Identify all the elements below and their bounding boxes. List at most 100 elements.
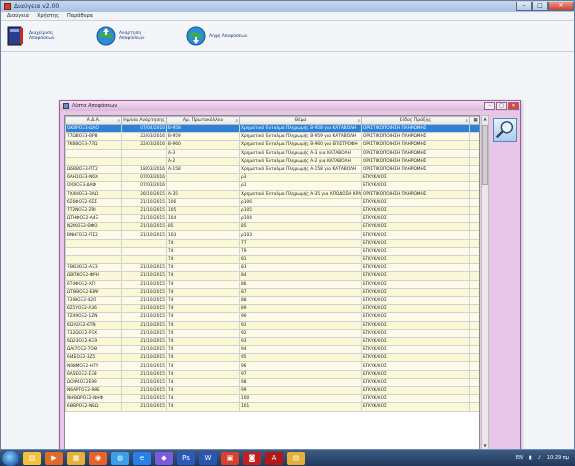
table-row[interactable]: 6ΘΒΡΟΞ2-ΝΕΩ 21/10/2015 74 101 ΕΓΚΥΚΛΙΟΣ	[65, 402, 479, 412]
cell-ada: 732ΩΟΞ2-ΡΞΧ	[65, 328, 122, 338]
cell-type: ΕΓΚΥΚΛΙΟΣ	[361, 287, 470, 297]
table-row[interactable]: ΩΟΨ4ΟΞ2Ε99 21/10/2015 74 98 ΕΓΚΥΚΛΙΟΣ	[65, 377, 479, 388]
table-row[interactable]: 732ΩΟΞ2-ΡΞΧ 21/10/2015 74 92 ΕΓΚΥΚΛΙΟΣ	[65, 328, 479, 338]
explorer-icon[interactable]: ▤	[23, 451, 41, 465]
cell-ada: ΩΑΙ7ΟΞ2-7ΟΘ	[65, 345, 122, 355]
column-header-ada[interactable]: Α.Δ.Α. ⌕	[65, 116, 122, 125]
cell-subject: ρ103	[239, 230, 362, 240]
table-row[interactable]: ΝΗΘΩΡΟΞ2-ΝΗΦ 21/10/2015 74 100 ΕΓΚΥΚΛΙΟΣ	[65, 394, 479, 404]
folder-icon[interactable]: ▦	[67, 451, 85, 465]
cell-protocol: 74	[166, 287, 240, 297]
table-row[interactable]: ΩΑΙ7ΟΞ2-7ΟΘ 21/10/2015 74 94 ΕΓΚΥΚΛΙΟΣ	[65, 345, 479, 355]
table-row[interactable]: ΩΤΗΦΟΞ2-Α4Ξ 21/10/2015 104 ρ104 ΕΓΚΥΚΛΙΟΣ	[65, 214, 479, 224]
column-header-type[interactable]: Είδος Πράξης ⌕	[361, 116, 470, 125]
cell-type: ΕΓΚΥΚΛΙΟΣ	[361, 304, 470, 314]
acrobat-icon[interactable]: A	[265, 451, 283, 465]
search-icon[interactable]: ⌕	[235, 118, 238, 124]
table-row[interactable]: 6Τ4ΦΟΞ2-ΧΓΙ 21/10/2015 74 86 ΕΓΚΥΚΛΙΟΣ	[65, 279, 479, 289]
table-row[interactable]: 74 79 ΕΓΚΥΚΛΙΟΣ	[65, 246, 479, 257]
child-maximize-button[interactable]: □	[496, 102, 507, 110]
table-row[interactable]: 7Χ4ΗΟΞ3-3ΑΩ 26/10/2015 Α-35 Χρηματικό Ένταλ…	[65, 189, 479, 199]
table-row[interactable]: 7Κ6ΒΟΞ3-77Ω 22/03/2016 Β-960 Χρηματικό Έντα…	[65, 140, 479, 150]
table-row[interactable]: 7ΘΒ3ΟΞ2-ΑΞ3 21/10/2015 74 83 ΕΓΚΥΚΛΙΟΣ	[65, 263, 479, 273]
table-row[interactable]: 6Ι4ΕΟΞ2-3Ζ5 21/10/2015 74 95 ΕΓΚΥΚΛΙΟΣ	[65, 353, 479, 363]
cell-type: ΕΓΚΥΚΛΙΟΣ	[361, 214, 470, 224]
table-row[interactable]: ΒΝΗΓΟΞ2-ΠΣ2 21/10/2015 103 ρ103 ΕΓΚΥΚΛΙΟΣ	[65, 230, 479, 240]
column-header-subject[interactable]: Θέμα ⌕	[239, 116, 362, 125]
search-icon[interactable]: ⌕	[117, 118, 120, 124]
table-row[interactable]: 6Σ6ΦΟΞ2-6ΣΣ 21/10/2015 106 ρ106 ΕΓΚΥΚΛΙΟΣ	[65, 197, 479, 207]
close-button[interactable]: ✕	[548, 1, 574, 11]
cell-date: 22/03/2016	[121, 140, 167, 150]
start-button[interactable]	[2, 450, 19, 466]
menu-user[interactable]: Χρήστης	[33, 13, 63, 19]
search-icon[interactable]: ⌕	[465, 118, 468, 124]
table-row[interactable]: ΩΒΠΚΟΞ2-ΦΡΗ 21/10/2015 74 84 ΕΓΚΥΚΛΙΟΣ	[65, 271, 479, 281]
cell-protocol: 74	[166, 336, 240, 347]
cell-subject: 77	[239, 238, 362, 248]
cell-type: ΕΓΚΥΚΛΙΟΣ	[361, 254, 470, 265]
child-close-button[interactable]: ✕	[508, 102, 519, 110]
grid-settings-icon[interactable]: ▦	[473, 118, 477, 123]
search-icon[interactable]: ⌕	[357, 118, 360, 124]
cell-subject: Χρηματικό Ένταλμα Πληρωμής Β-958 για ΚΑΤ…	[239, 123, 362, 134]
cell-type: ΟΡΙΣΤΙΚΟΠΟΙΗΣΗ ΠΛΗΡΩΜΗΣ	[361, 189, 470, 199]
cell-date: 21/10/2015	[121, 328, 167, 338]
table-row[interactable]: Α-3 Χρηματικό Ένταλμα Πληρωμής Α-3 για ΚΑ…	[65, 148, 479, 158]
scroll-thumb[interactable]	[482, 125, 488, 185]
volume-icon[interactable]: ♪	[538, 455, 541, 461]
maximize-button[interactable]: □	[532, 1, 548, 11]
table-row[interactable]: ΟΚΒΡΟΞ3-ΩΛΟ 07/04/2016 Β-958 Χρηματικό Έντα…	[65, 123, 479, 134]
language-indicator[interactable]: EN	[516, 455, 523, 461]
column-header-flag[interactable]: ▦	[469, 116, 479, 125]
column-header-date[interactable]: Ημ/νία Ανάρτησης	[121, 116, 167, 125]
cell-subject: 101	[239, 402, 362, 412]
clock[interactable]: 10:29 πμ	[547, 455, 569, 461]
chrome-icon[interactable]: ◍	[111, 451, 129, 465]
diavgeia-icon[interactable]: ▣	[221, 451, 239, 465]
table-row[interactable]: 6ΑΗ1ΟΞ3-Ν6Χ 07/03/2016 ρ3 ΕΓΚΥΚΛΙΟΣ	[65, 173, 479, 183]
cell-date: 21/10/2015	[121, 214, 167, 224]
ie-icon[interactable]: e	[133, 451, 151, 465]
cell-ada: ΒΝΗΓΟΞ2-ΠΣ2	[65, 230, 122, 240]
media-icon[interactable]: ▶	[45, 451, 63, 465]
upload-decisions-button[interactable]: Ανάρτηση Αποφάσεων	[95, 25, 159, 47]
pdf-icon[interactable]: ◙	[243, 451, 261, 465]
column-header-protocol[interactable]: Αρ. Πρωτοκόλλου ⌕	[166, 116, 240, 125]
network-icon[interactable]: ▮	[529, 455, 532, 461]
firefox-icon[interactable]: ◉	[89, 451, 107, 465]
table-row[interactable]: 6Ι2ΛΟΞ2-6ΤΝ 21/10/2015 74 91 ΕΓΚΥΚΛΙΟΣ	[65, 320, 479, 330]
table-row[interactable]: 73ΙΘΟΞ2-42Ο 21/10/2015 74 88 ΕΓΚΥΚΛΙΟΣ	[65, 295, 479, 306]
table-row[interactable]: Ν6ΑΡΤΟΞ2-98Ε 21/10/2015 74 99 ΕΓΚΥΚΛΙΟΣ	[65, 385, 479, 396]
word-icon[interactable]: W	[199, 451, 217, 465]
table-row[interactable]: ΟΙΟΙΟΞ3-ΔΑΦ 07/03/2016 ρ1 ΕΓΚΥΚΛΙΟΣ	[65, 181, 479, 191]
menu-windows[interactable]: Παράθυρα	[63, 13, 97, 19]
app-icon[interactable]: ◆	[155, 451, 173, 465]
table-row[interactable]: 7Ζ49ΟΞ2-1ΖΝ 21/10/2015 74 90 ΕΓΚΥΚΛΙΟΣ	[65, 312, 479, 322]
table-row[interactable]: Α-2 Χρηματικό Ένταλμα Πληρωμής Α-2 για ΚΑ…	[65, 156, 479, 166]
table-row[interactable]: 6Ζ1ΥΟΞ2-Λ36 21/10/2015 74 89 ΕΓΚΥΚΛΙΟΣ	[65, 304, 479, 314]
explorer2-icon[interactable]: ▤	[287, 451, 305, 465]
table-row[interactable]: Ω6ΒΒΟΞ3-ΠΤ2 18/03/2016 Α-158 Χρηματικό Έντα…	[65, 164, 479, 175]
preview-button[interactable]	[493, 118, 517, 142]
table-row[interactable]: 7Τ2ΝΟΞ2-Ζ9Ι 21/10/2015 105 ρ105 ΕΓΚΥΚΛΙΟΣ	[65, 205, 479, 216]
table-row[interactable]: ΩΤΘΒΟΞ2-Ε8Ψ 21/10/2015 74 87 ΕΓΚΥΚΛΙΟΣ	[65, 287, 479, 297]
cell-type: ΕΓΚΥΚΛΙΟΣ	[361, 295, 470, 306]
table-row[interactable]: 74 77 ΕΓΚΥΚΛΙΟΣ	[65, 238, 479, 248]
grid-scrollbar[interactable]: ▲ ▼	[481, 115, 489, 450]
cell-protocol: Α-35	[166, 189, 240, 199]
table-row[interactable]: Ν98ΜΟΞ2-Η7Υ 21/10/2015 74 96 ΕΓΚΥΚΛΙΟΣ	[65, 361, 479, 371]
cell-type: ΕΓΚΥΚΛΙΟΣ	[361, 336, 470, 347]
manage-decisions-button[interactable]: Διαχείριση Αποφάσεων	[5, 25, 69, 47]
table-row[interactable]: 74 81 ΕΓΚΥΚΛΙΟΣ	[65, 254, 479, 265]
download-decisions-button[interactable]: Λήψη Αποφάσεων	[185, 25, 249, 47]
menu-diavgeia[interactable]: Διαύγεια	[3, 13, 33, 19]
table-row[interactable]: Ν2ΙΚΟΞ2-ΘΦΟ 21/10/2015 85 85 ΕΓΚΥΚΛΙΟΣ	[65, 222, 479, 232]
table-row[interactable]: 6Ω23ΟΞ2-ΚΞ9 21/10/2015 74 93 ΕΓΚΥΚΛΙΟΣ	[65, 336, 479, 347]
ps-icon[interactable]: Ps	[177, 451, 195, 465]
minimize-button[interactable]: –	[516, 1, 532, 11]
child-minimize-button[interactable]: –	[484, 102, 495, 110]
table-row[interactable]: 77ΩΒΟΞ3-ΒΡ8 22/03/2016 Β-959 Χρηματικό Έντα…	[65, 132, 479, 142]
table-row[interactable]: 6Α5ΕΟΞ2-ΣΞ8 21/10/2015 74 97 ΕΓΚΥΚΛΙΟΣ	[65, 369, 479, 379]
scroll-up-icon[interactable]: ▲	[482, 116, 488, 122]
